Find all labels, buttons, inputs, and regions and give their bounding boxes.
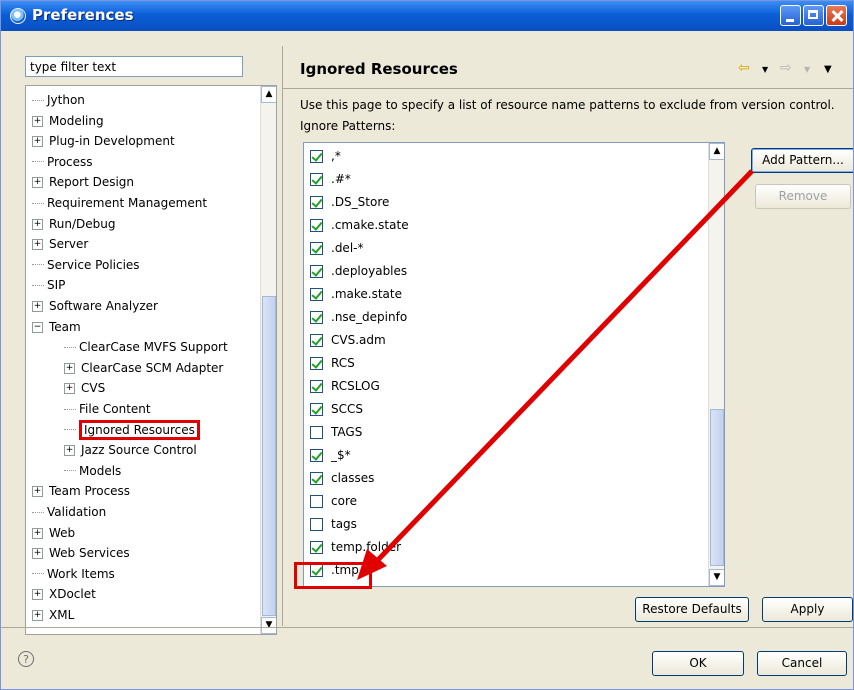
preferences-window: Preferences Jython+Modeling+Plug-in Deve…: [0, 0, 854, 690]
annotation-arrow-line: [372, 169, 754, 566]
annotation-arrow: [357, 169, 754, 580]
